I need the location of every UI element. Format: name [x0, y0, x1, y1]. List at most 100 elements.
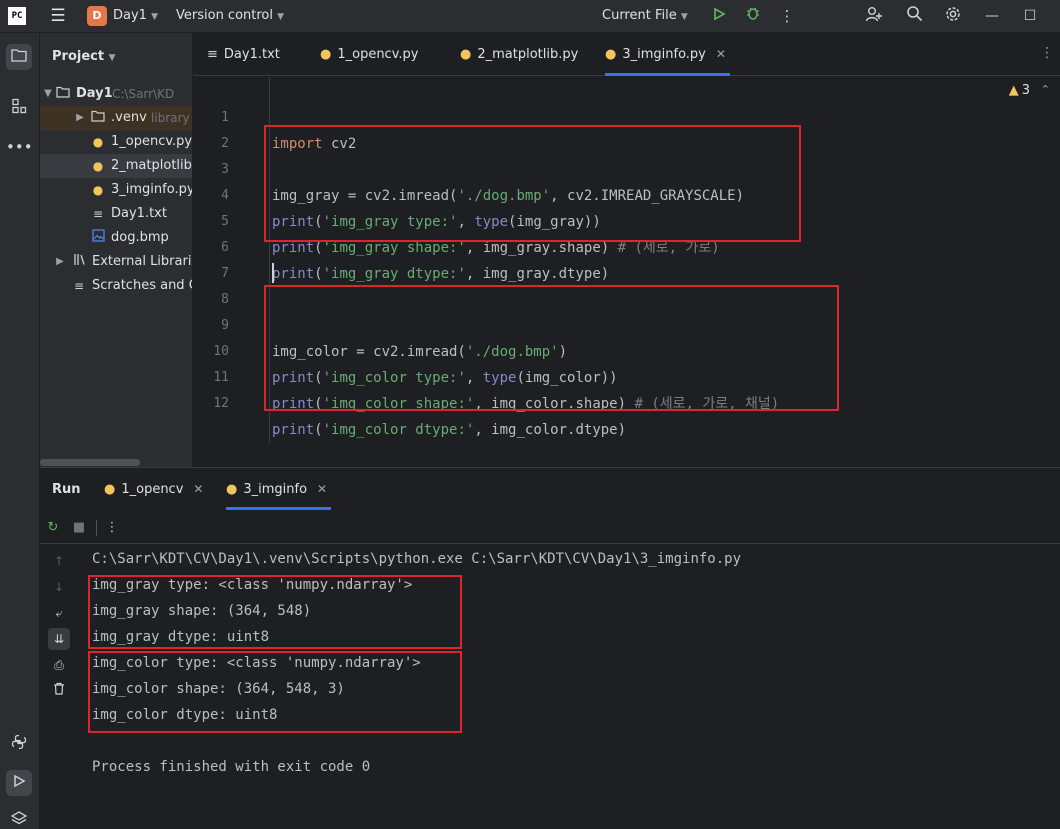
settings-gear-icon[interactable] [942, 5, 964, 27]
more-tools-icon[interactable]: ••• [6, 134, 33, 160]
chevron-right-icon[interactable]: ▶ [74, 106, 86, 130]
console-output-line: Process finished with exit code 0 [92, 759, 371, 775]
tree-item-1-opencv[interactable]: ● 1_opencv.py [40, 130, 193, 154]
project-panel-header[interactable]: Project ▼ [52, 49, 116, 64]
code-line-4: 4 print('img_gray type:', type(img_gray)… [193, 157, 601, 230]
tab-label: 1_opencv.py [337, 47, 419, 62]
python-file-icon: ● [226, 482, 238, 497]
project-horizontal-scrollbar[interactable] [40, 459, 140, 466]
tree-item-label: Day1.txt [111, 206, 167, 221]
project-panel: Project ▼ ▼ Day1 C:\Sarr\KD ▶ .venv libr… [40, 33, 193, 467]
tree-item-label: External Librarie [92, 254, 193, 269]
tree-item-day1-txt[interactable]: ≡ Day1.txt [40, 202, 192, 226]
trash-icon[interactable] [48, 680, 70, 702]
rerun-icon[interactable]: ↻ [43, 518, 63, 538]
app-logo[interactable]: PC [8, 7, 26, 25]
code-line-5: 5 print('img_gray shape:', img_gray.shap… [193, 183, 720, 256]
scroll-down-icon[interactable]: ↓ [48, 576, 70, 598]
code-line-10: 10 print('img_color type:', type(img_col… [193, 313, 617, 386]
main-menu-icon[interactable]: ☰ [48, 6, 68, 26]
project-badge[interactable]: D [87, 6, 107, 26]
warning-icon: ▲ [1008, 83, 1019, 98]
scroll-to-end-icon[interactable]: ⇊ [48, 628, 70, 650]
run-config-label: Current File [602, 8, 677, 23]
soft-wrap-icon[interactable]: ⤶ [48, 602, 70, 624]
code-text: , img_color.dtype) [474, 422, 627, 438]
close-tab-icon[interactable]: ✕ [716, 47, 726, 61]
tree-item-label: .venv [111, 110, 147, 125]
code-text: , img_gray.shape) [465, 240, 618, 256]
layers-icon[interactable] [6, 808, 32, 829]
run-panel-title: Run [52, 482, 81, 497]
python-console-icon[interactable] [6, 732, 32, 758]
chevron-up-icon[interactable]: ⌃ [1041, 83, 1050, 96]
tree-item-label: Day1 [76, 86, 113, 101]
tree-item-venv[interactable]: ▶ .venv library [40, 106, 192, 130]
more-actions-icon[interactable]: ⋮ [776, 5, 798, 27]
left-tool-strip: ••• [0, 33, 40, 829]
version-control-selector[interactable]: Version control ▼ [176, 8, 284, 23]
tree-item-label: 1_opencv.py [111, 134, 193, 149]
close-tab-icon[interactable]: ✕ [193, 482, 203, 496]
close-tab-icon[interactable]: ✕ [317, 482, 327, 496]
code-line-9: 9 img_color = cv2.imread('./dog.bmp') [193, 287, 567, 360]
library-icon [71, 250, 87, 274]
tab-1-opencv[interactable]: ● 1_opencv.py [320, 33, 418, 76]
code-builtin: print [272, 422, 315, 438]
project-selector[interactable]: Day1 ▼ [113, 8, 158, 23]
code-string: 'img_gray dtype:' [322, 266, 466, 282]
run-icon[interactable] [708, 5, 730, 27]
maximize-icon[interactable]: ☐ [1020, 6, 1040, 26]
run-tab-1-opencv[interactable]: ● 1_opencv ✕ [104, 468, 203, 510]
tree-item-3-imginfo[interactable]: ● 3_imginfo.py [40, 178, 192, 202]
structure-icon[interactable] [6, 96, 32, 122]
scratches-icon: ≡ [73, 279, 85, 293]
run-tab-label: 3_imginfo [243, 482, 308, 497]
tab-day1-txt[interactable]: ≡ Day1.txt [207, 33, 280, 76]
run-configuration-selector[interactable]: Current File ▼ [602, 8, 688, 23]
code-editor[interactable]: ▲ 3 ⌃ 1 import cv2 2 3 img_gray = cv2.imr… [193, 77, 1060, 467]
code-line-2: 2 [193, 105, 229, 151]
tab-options-icon[interactable]: ⋮ [1040, 45, 1054, 61]
stop-icon[interactable]: ■ [69, 518, 89, 538]
more-options-icon[interactable]: ⋮ [102, 518, 122, 538]
line-number: 12 [213, 396, 229, 411]
code-text: , img_gray.dtype) [465, 266, 610, 282]
tab-2-matplotlib[interactable]: ● 2_matplotlib.py [460, 33, 578, 76]
python-file-icon: ● [104, 482, 116, 497]
chevron-right-icon[interactable]: ▶ [54, 250, 66, 274]
code-string: 'img_gray shape:' [322, 240, 466, 256]
project-tool-folder-icon[interactable] [6, 44, 32, 70]
warnings-indicator[interactable]: ▲ 3 [1009, 83, 1030, 98]
print-icon[interactable]: ⎙ [48, 654, 70, 676]
python-file-icon: ● [605, 47, 617, 62]
run-tool-icon[interactable] [6, 770, 32, 796]
console-output-line: C:\Sarr\KDT\CV\Day1\.venv\Scripts\python… [92, 551, 742, 567]
add-user-icon[interactable] [863, 5, 885, 27]
run-side-toolbar: ↑ ↓ ⤶ ⇊ ⎙ [40, 544, 80, 829]
tab-label: Day1.txt [223, 47, 280, 62]
search-icon[interactable] [903, 5, 925, 27]
project-panel-title: Project [52, 49, 105, 64]
scroll-up-icon[interactable]: ↑ [48, 550, 70, 572]
code-line-7: 7 [193, 235, 229, 281]
tree-item-2-matplotlib[interactable]: ● 2_matplotlib.p [40, 154, 192, 178]
chevron-down-icon: ▼ [108, 53, 116, 63]
tab-label: 3_imginfo.py [622, 47, 706, 62]
tree-item-day1[interactable]: ▼ Day1 C:\Sarr\KD [40, 82, 192, 106]
tab-3-imginfo[interactable]: ● 3_imginfo.py ✕ [605, 33, 730, 76]
text-file-icon: ≡ [207, 47, 218, 62]
folder-icon [90, 106, 106, 130]
run-tab-3-imginfo[interactable]: ● 3_imginfo ✕ [226, 468, 332, 510]
tree-item-scratches[interactable]: ≡ Scratches and C [40, 274, 192, 298]
debug-icon[interactable] [742, 5, 764, 27]
minimize-icon[interactable]: — [982, 6, 1002, 26]
chevron-down-icon: ▼ [151, 12, 159, 22]
chevron-down-icon[interactable]: ▼ [42, 82, 54, 106]
python-file-icon: ● [320, 47, 332, 62]
tree-item-dog-bmp[interactable]: dog.bmp [40, 226, 192, 250]
code-builtin: print [272, 240, 315, 256]
highlight-box-color-code [264, 285, 839, 411]
tree-item-external-libraries[interactable]: ▶ External Librarie [40, 250, 193, 274]
code-text: ( [314, 240, 323, 256]
